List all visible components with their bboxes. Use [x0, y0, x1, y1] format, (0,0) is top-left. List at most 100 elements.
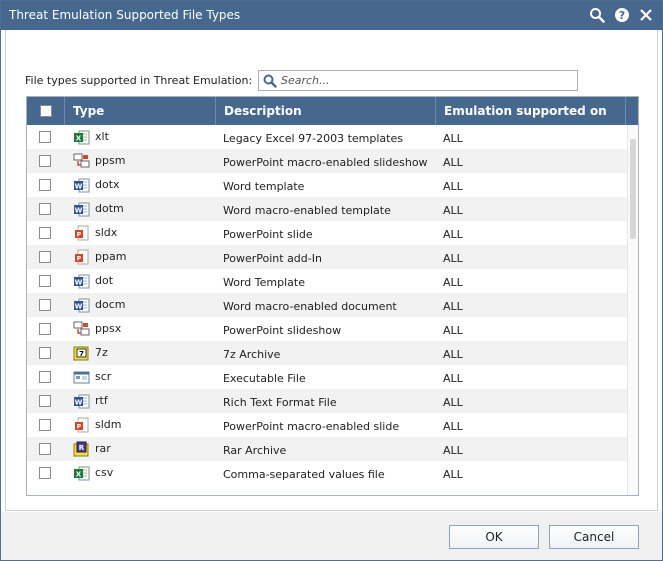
table-row[interactable]: ppsm PowerPoint macro-enabled slideshow AL…: [27, 149, 627, 173]
description-cell: PowerPoint slide: [223, 228, 313, 241]
svg-text:W: W: [75, 279, 83, 287]
file-type-cell: dotm: [95, 202, 124, 215]
row-checkbox[interactable]: [39, 275, 51, 287]
emulation-cell: ALL: [443, 228, 463, 241]
powerpoint-macro-file-icon: [73, 321, 90, 338]
row-checkbox[interactable]: [39, 371, 51, 383]
description-cell: Executable File: [223, 372, 306, 385]
close-icon[interactable]: [636, 5, 656, 25]
powerpoint-file-icon: P: [73, 249, 90, 266]
svg-text:W: W: [75, 303, 83, 311]
row-checkbox[interactable]: [39, 179, 51, 191]
vertical-scrollbar[interactable]: [627, 125, 638, 495]
emulation-cell: ALL: [443, 468, 463, 481]
description-cell: Rich Text Format File: [223, 396, 337, 409]
emulation-cell: ALL: [443, 276, 463, 289]
svg-text:7: 7: [79, 350, 84, 358]
table-row[interactable]: Pppam PowerPoint add-In ALL: [27, 245, 627, 269]
table-body: Xxlt Legacy Excel 97-2003 templates ALL pps…: [27, 125, 627, 495]
title-bar[interactable]: Threat Emulation Supported File Types ?: [1, 1, 662, 30]
row-checkbox[interactable]: [39, 347, 51, 359]
scrollbar-thumb[interactable]: [630, 139, 636, 239]
file-type-cell: scr: [95, 370, 112, 383]
table-row[interactable]: Psldm PowerPoint macro-enabled slide ALL: [27, 413, 627, 437]
dialog-window: Threat Emulation Supported File Types ? …: [0, 0, 663, 561]
table-row[interactable]: scr Executable File ALL: [27, 365, 627, 389]
row-checkbox[interactable]: [39, 395, 51, 407]
search-icon[interactable]: [587, 5, 607, 25]
svg-text:W: W: [75, 183, 83, 191]
description-cell: Word Template: [223, 276, 305, 289]
file-type-cell: sldm: [95, 418, 122, 431]
svg-text:P: P: [77, 256, 82, 263]
table-row[interactable]: Wrtf Rich Text Format File ALL: [27, 389, 627, 413]
table-row[interactable]: ppsx PowerPoint slideshow ALL: [27, 317, 627, 341]
search-box[interactable]: [258, 70, 578, 91]
file-type-cell: ppsm: [95, 154, 126, 167]
rar-archive-icon: R: [73, 441, 90, 458]
svg-text:W: W: [75, 399, 83, 407]
emulation-cell: ALL: [443, 180, 463, 193]
word-file-icon: W: [73, 273, 90, 290]
powerpoint-macro-file-icon: [73, 153, 90, 170]
emulation-cell: ALL: [443, 156, 463, 169]
emulation-cell: ALL: [443, 252, 463, 265]
header-spacer: [626, 97, 638, 125]
emulation-cell: ALL: [443, 372, 463, 385]
svg-text:X: X: [76, 471, 82, 479]
executable-file-icon: [73, 369, 90, 386]
row-checkbox[interactable]: [39, 131, 51, 143]
emulation-cell: ALL: [443, 300, 463, 313]
file-type-cell: xlt: [95, 130, 109, 143]
search-input[interactable]: [281, 72, 577, 89]
powerpoint-file-icon: P: [73, 417, 90, 434]
row-checkbox[interactable]: [39, 203, 51, 215]
cancel-button[interactable]: Cancel: [549, 525, 639, 549]
ok-button[interactable]: OK: [449, 525, 539, 549]
7z-archive-icon: 7: [73, 345, 90, 362]
emulation-cell: ALL: [443, 204, 463, 217]
select-all-checkbox[interactable]: [39, 105, 52, 117]
emulation-cell: ALL: [443, 420, 463, 433]
table-row[interactable]: Wdotm Word macro-enabled template ALL: [27, 197, 627, 221]
file-types-table: Type Description Emulation supported on …: [26, 96, 639, 496]
row-checkbox[interactable]: [39, 419, 51, 431]
table-row[interactable]: Wdocm Word macro-enabled document ALL: [27, 293, 627, 317]
powerpoint-file-icon: P: [73, 225, 90, 242]
search-label: File types supported in Threat Emulation…: [25, 74, 253, 87]
file-type-cell: docm: [95, 298, 126, 311]
file-type-cell: ppam: [95, 250, 127, 263]
table-row[interactable]: Wdot Word Template ALL: [27, 269, 627, 293]
emulation-cell: ALL: [443, 444, 463, 457]
description-cell: Word template: [223, 180, 305, 193]
row-checkbox[interactable]: [39, 251, 51, 263]
svg-text:P: P: [77, 424, 82, 431]
row-checkbox[interactable]: [39, 467, 51, 479]
file-type-cell: csv: [95, 466, 114, 479]
table-row[interactable]: Xcsv Comma-separated values file ALL: [27, 461, 627, 485]
file-type-cell: ppsx: [95, 322, 122, 335]
row-checkbox[interactable]: [39, 323, 51, 335]
excel-file-icon: X: [73, 465, 90, 482]
table-row[interactable]: 7 7z 7z Archive ALL: [27, 341, 627, 365]
table-header: Type Description Emulation supported on: [27, 97, 638, 125]
table-row[interactable]: Xxlt Legacy Excel 97-2003 templates ALL: [27, 125, 627, 149]
file-type-cell: dot: [95, 274, 114, 287]
column-header-emulation[interactable]: Emulation supported on: [436, 97, 626, 125]
row-checkbox[interactable]: [39, 227, 51, 239]
help-icon[interactable]: ?: [612, 5, 632, 25]
row-checkbox[interactable]: [39, 299, 51, 311]
table-row[interactable]: Psldx PowerPoint slide ALL: [27, 221, 627, 245]
row-checkbox[interactable]: [39, 443, 51, 455]
emulation-cell: ALL: [443, 396, 463, 409]
table-row[interactable]: Wdotx Word template ALL: [27, 173, 627, 197]
row-checkbox[interactable]: [39, 155, 51, 167]
column-header-description[interactable]: Description: [216, 97, 436, 125]
table-row[interactable]: Rrar Rar Archive ALL: [27, 437, 627, 461]
description-cell: Word macro-enabled document: [223, 300, 397, 313]
word-file-icon: W: [73, 201, 90, 218]
svg-text:P: P: [77, 232, 82, 239]
description-cell: Rar Archive: [223, 444, 287, 457]
column-header-type[interactable]: Type: [65, 97, 216, 125]
select-all-cell: [27, 97, 65, 125]
